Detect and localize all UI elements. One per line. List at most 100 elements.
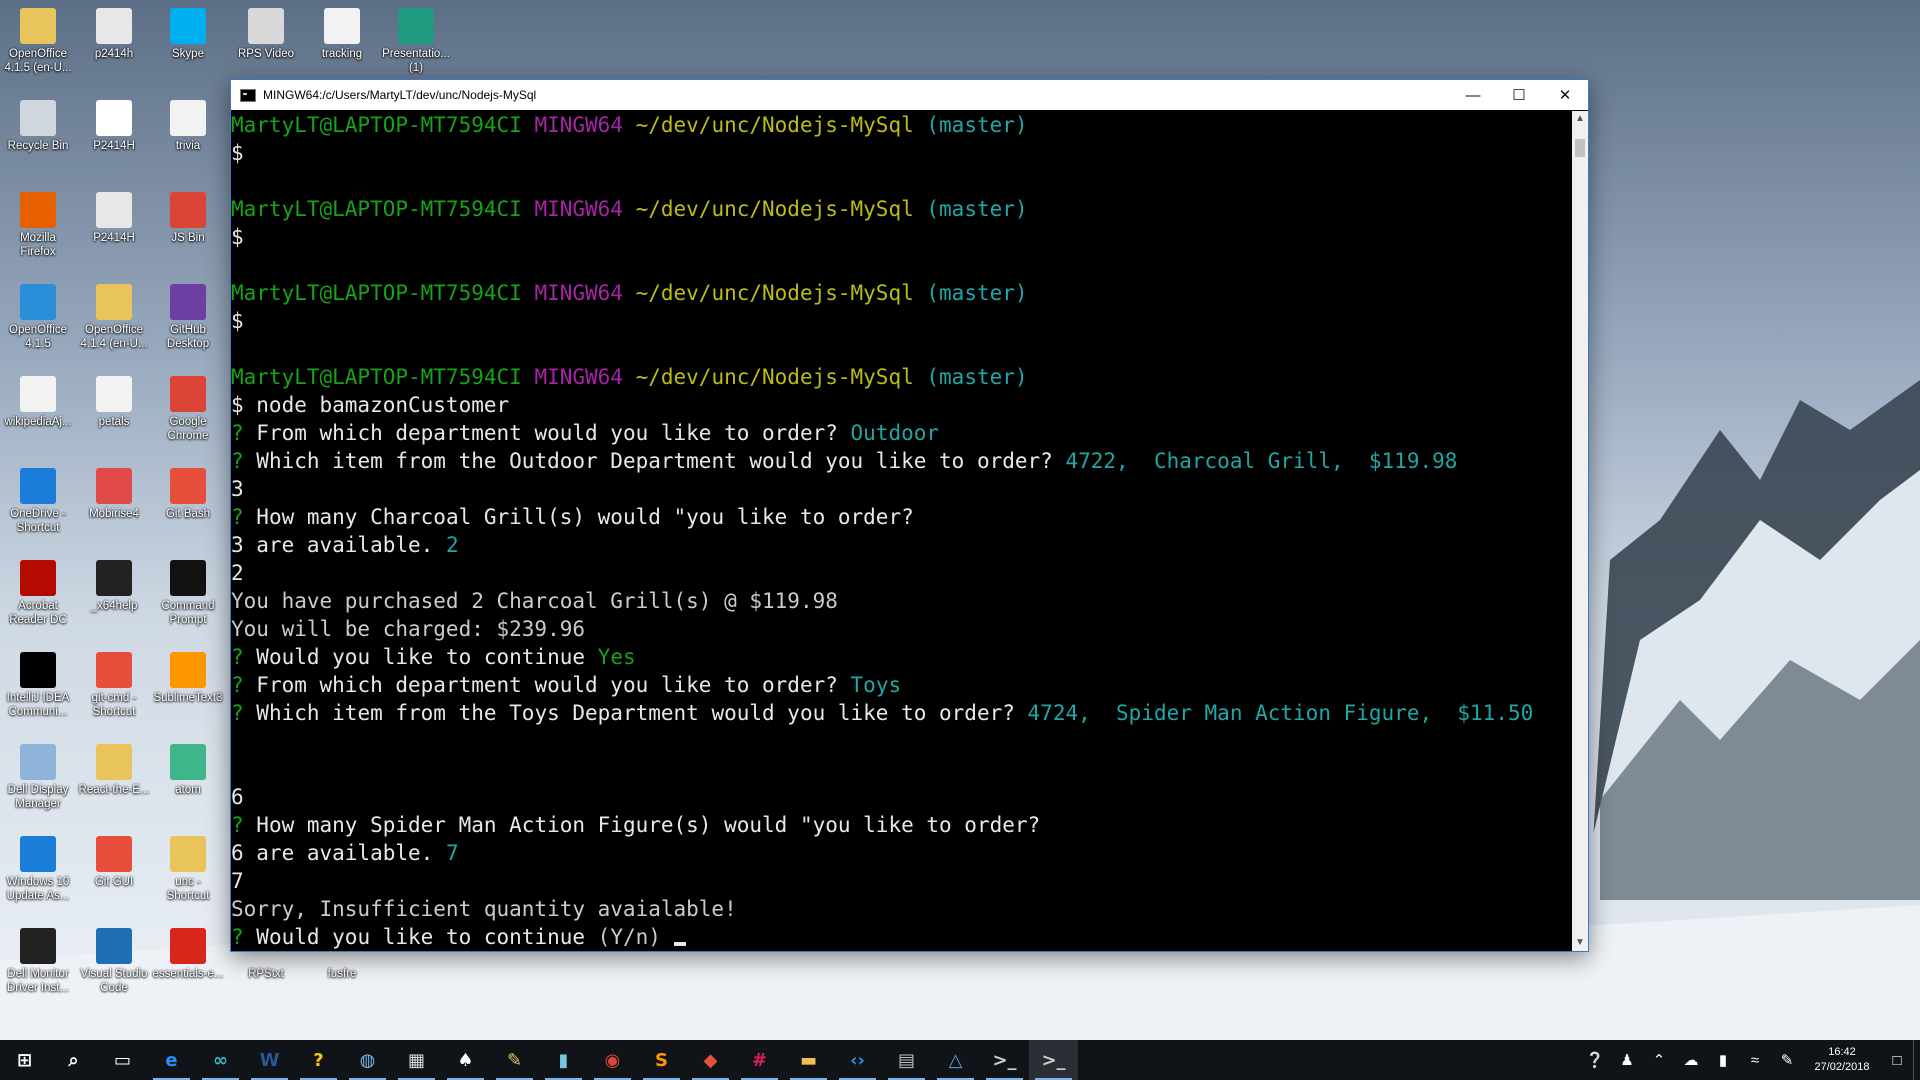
desktop-icon[interactable]: OpenOffice 4.1.4 (en-U...: [76, 278, 152, 351]
desktop-icon[interactable]: trivia: [150, 94, 226, 153]
desktop-icon[interactable]: GitHub Desktop: [150, 278, 226, 351]
desktop-icon[interactable]: Dell Monitor Driver Inst...: [0, 922, 76, 995]
scroll-up-icon[interactable]: ▲: [1572, 111, 1588, 127]
desktop-icon[interactable]: OpenOffice 4.1.5: [0, 278, 76, 351]
desktop-icon-label: Windows 10 Update As...: [6, 876, 70, 902]
desktop-icon[interactable]: Git GUI: [76, 830, 152, 889]
onedrive-icon[interactable]: ☁: [1675, 1051, 1707, 1069]
terminal-icon: >_: [992, 1049, 1017, 1071]
desktop-icon[interactable]: Windows 10 Update As...: [0, 830, 76, 903]
slack-button[interactable]: #: [735, 1040, 784, 1080]
desktop-icon[interactable]: P2414H: [76, 186, 152, 245]
terminal-text: (master): [913, 365, 1028, 389]
desktop-icon[interactable]: Mozilla Firefox: [0, 186, 76, 259]
desktop-icon[interactable]: petals: [76, 370, 152, 429]
desktop-icon[interactable]: Dell Display Manager: [0, 738, 76, 811]
terminal-text: ~/dev/unc/Nodejs-MySql: [635, 197, 914, 221]
vertical-scrollbar[interactable]: ▲ ▼: [1572, 111, 1588, 951]
infinity-app-button[interactable]: ∞: [196, 1040, 245, 1080]
terminal-text: You will be charged: $239.96: [231, 617, 586, 641]
window-titlebar[interactable]: MINGW64:/c/Users/MartyLT/dev/unc/Nodejs-…: [231, 80, 1588, 110]
desktop-icon-label: P2414H: [93, 232, 135, 244]
task-view-button[interactable]: ▭: [98, 1040, 147, 1080]
terminal-output[interactable]: MartyLT@LAPTOP-MT7594CI MINGW64 ~/dev/un…: [231, 111, 1571, 951]
globe-app-button[interactable]: ◍: [343, 1040, 392, 1080]
show-desktop-button[interactable]: [1913, 1040, 1920, 1080]
globe-icon: ◍: [359, 1049, 376, 1071]
desktop-icon[interactable]: Git Bash: [150, 462, 226, 521]
desktop-icon[interactable]: Presentatio... (1): [378, 2, 454, 75]
help-app-button[interactable]: ?: [294, 1040, 343, 1080]
minimize-button[interactable]: —: [1450, 80, 1496, 110]
folder-icon: [96, 284, 132, 320]
notifications-icon[interactable]: □: [1881, 1052, 1913, 1069]
edge-button[interactable]: e: [147, 1040, 196, 1080]
mysql-button[interactable]: ▤: [882, 1040, 931, 1080]
desktop-icon-label: SublimeText3: [153, 692, 223, 704]
desktop-icon[interactable]: git-cmd - Shortcut: [76, 646, 152, 719]
calculator-icon: ▦: [407, 1049, 425, 1071]
desktop-icon-label: RPStxt: [248, 968, 284, 980]
clock-time: 16:42: [1828, 1046, 1856, 1058]
desktop-icon[interactable]: p2414h: [76, 2, 152, 61]
desktop-icon-label: OpenOffice 4.1.5 (en-U...: [4, 48, 72, 74]
chrome-button[interactable]: ◉: [588, 1040, 637, 1080]
workbench-button[interactable]: △: [931, 1040, 980, 1080]
desktop-icon[interactable]: React-the-E...: [76, 738, 152, 797]
desktop-icon[interactable]: _x64help: [76, 554, 152, 613]
desktop-icon[interactable]: IntelliJ IDEA Communi...: [0, 646, 76, 719]
cmd-button[interactable]: >_: [980, 1040, 1029, 1080]
sublime-button[interactable]: S: [637, 1040, 686, 1080]
desktop-icon[interactable]: tracking: [304, 2, 380, 61]
calculator-button[interactable]: ▦: [392, 1040, 441, 1080]
desktop-icon[interactable]: Command Prompt: [150, 554, 226, 627]
maximize-button[interactable]: ☐: [1496, 80, 1542, 110]
battery-icon[interactable]: ▮: [1707, 1051, 1739, 1069]
desktop-icon[interactable]: Visual Studio Code: [76, 922, 152, 995]
start-button[interactable]: ⊞: [0, 1040, 49, 1080]
search-button[interactable]: ⌕: [49, 1040, 98, 1080]
desktop-icon[interactable]: Google Chrome: [150, 370, 226, 443]
desktop-icon[interactable]: essentials-e...: [150, 922, 226, 981]
desktop-icon[interactable]: Recycle Bin: [0, 94, 76, 153]
people-icon[interactable]: ♟: [1611, 1051, 1643, 1069]
desktop-icon[interactable]: OpenOffice 4.1.5 (en-U...: [0, 2, 76, 75]
notes-app-button[interactable]: ▮: [539, 1040, 588, 1080]
desktop-icon[interactable]: atom: [150, 738, 226, 797]
desktop-icon-label: petals: [98, 416, 130, 428]
desktop-icon[interactable]: Skype: [150, 2, 226, 61]
close-button[interactable]: ✕: [1542, 80, 1588, 110]
word-button[interactable]: W: [245, 1040, 294, 1080]
desktop-icon[interactable]: OneDrive - Shortcut: [0, 462, 76, 535]
help-icon[interactable]: ❔: [1579, 1051, 1611, 1069]
clock[interactable]: 16:42 27/02/2018: [1803, 1045, 1881, 1075]
show-hidden-icon[interactable]: ⌃: [1643, 1051, 1675, 1069]
ink-app-button[interactable]: ✎: [490, 1040, 539, 1080]
vscode-icon: [96, 928, 132, 964]
cards-app-button[interactable]: ♠: [441, 1040, 490, 1080]
desktop-icon[interactable]: wikipediaAj...: [0, 370, 76, 429]
vscode-button[interactable]: ‹›: [833, 1040, 882, 1080]
file-explorer-button[interactable]: ▬: [784, 1040, 833, 1080]
desktop-icon[interactable]: JS Bin: [150, 186, 226, 245]
terminal-text: (Y/n): [597, 925, 674, 949]
gear-icon: [96, 560, 132, 596]
terminal-text: 6 are available.: [231, 841, 446, 865]
terminal-window[interactable]: MINGW64:/c/Users/MartyLT/dev/unc/Nodejs-…: [230, 79, 1589, 952]
pen-icon[interactable]: ✎: [1771, 1051, 1803, 1069]
desktop-icon[interactable]: unc - Shortcut: [150, 830, 226, 903]
terminal-text: Which item from the Toys Department woul…: [256, 701, 1028, 725]
desktop-icon[interactable]: P2414H: [76, 94, 152, 153]
desktop-icon[interactable]: SublimeText3: [150, 646, 226, 705]
scroll-down-icon[interactable]: ▼: [1572, 935, 1588, 951]
desktop-icon[interactable]: RPS Video: [228, 2, 304, 61]
desktop-icon[interactable]: Mobirise4: [76, 462, 152, 521]
wifi-icon[interactable]: ≈: [1739, 1052, 1771, 1069]
git-bash-button[interactable]: >_: [1029, 1040, 1078, 1080]
desktop-icon[interactable]: Acrobat Reader DC: [0, 554, 76, 627]
terminal-line: 7: [231, 867, 1571, 895]
git-button[interactable]: ◆: [686, 1040, 735, 1080]
desktop-icon-label: Mobirise4: [89, 508, 139, 520]
scrollbar-thumb[interactable]: [1575, 139, 1585, 157]
